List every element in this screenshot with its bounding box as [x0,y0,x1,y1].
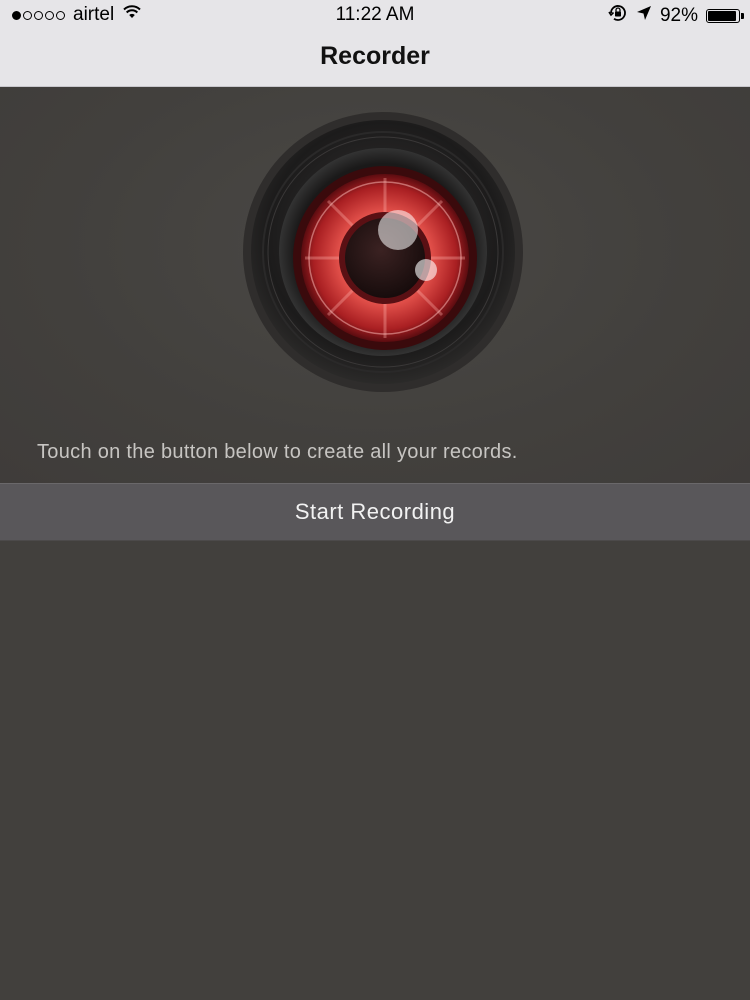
hero-area: Touch on the button below to create all … [0,87,750,483]
orientation-lock-icon [608,4,628,28]
navigation-bar: Recorder [0,30,750,87]
battery-percent: 92% [659,5,698,26]
battery-icon [706,9,744,23]
location-arrow-icon [636,5,652,27]
battery-level-fill [708,11,736,21]
start-recording-button[interactable]: Start Recording [0,483,750,541]
camera-lens-icon [242,111,524,393]
status-bar-right: 92% [600,4,744,28]
battery-cap [741,13,744,19]
recorder-screen: airtel 11:22 AM 92% Recorder Touch on th… [0,0,750,1000]
instruction-text: Touch on the button below to create all … [37,441,518,463]
page-title: Recorder [320,42,430,70]
status-bar: airtel 11:22 AM 92% [0,0,750,30]
